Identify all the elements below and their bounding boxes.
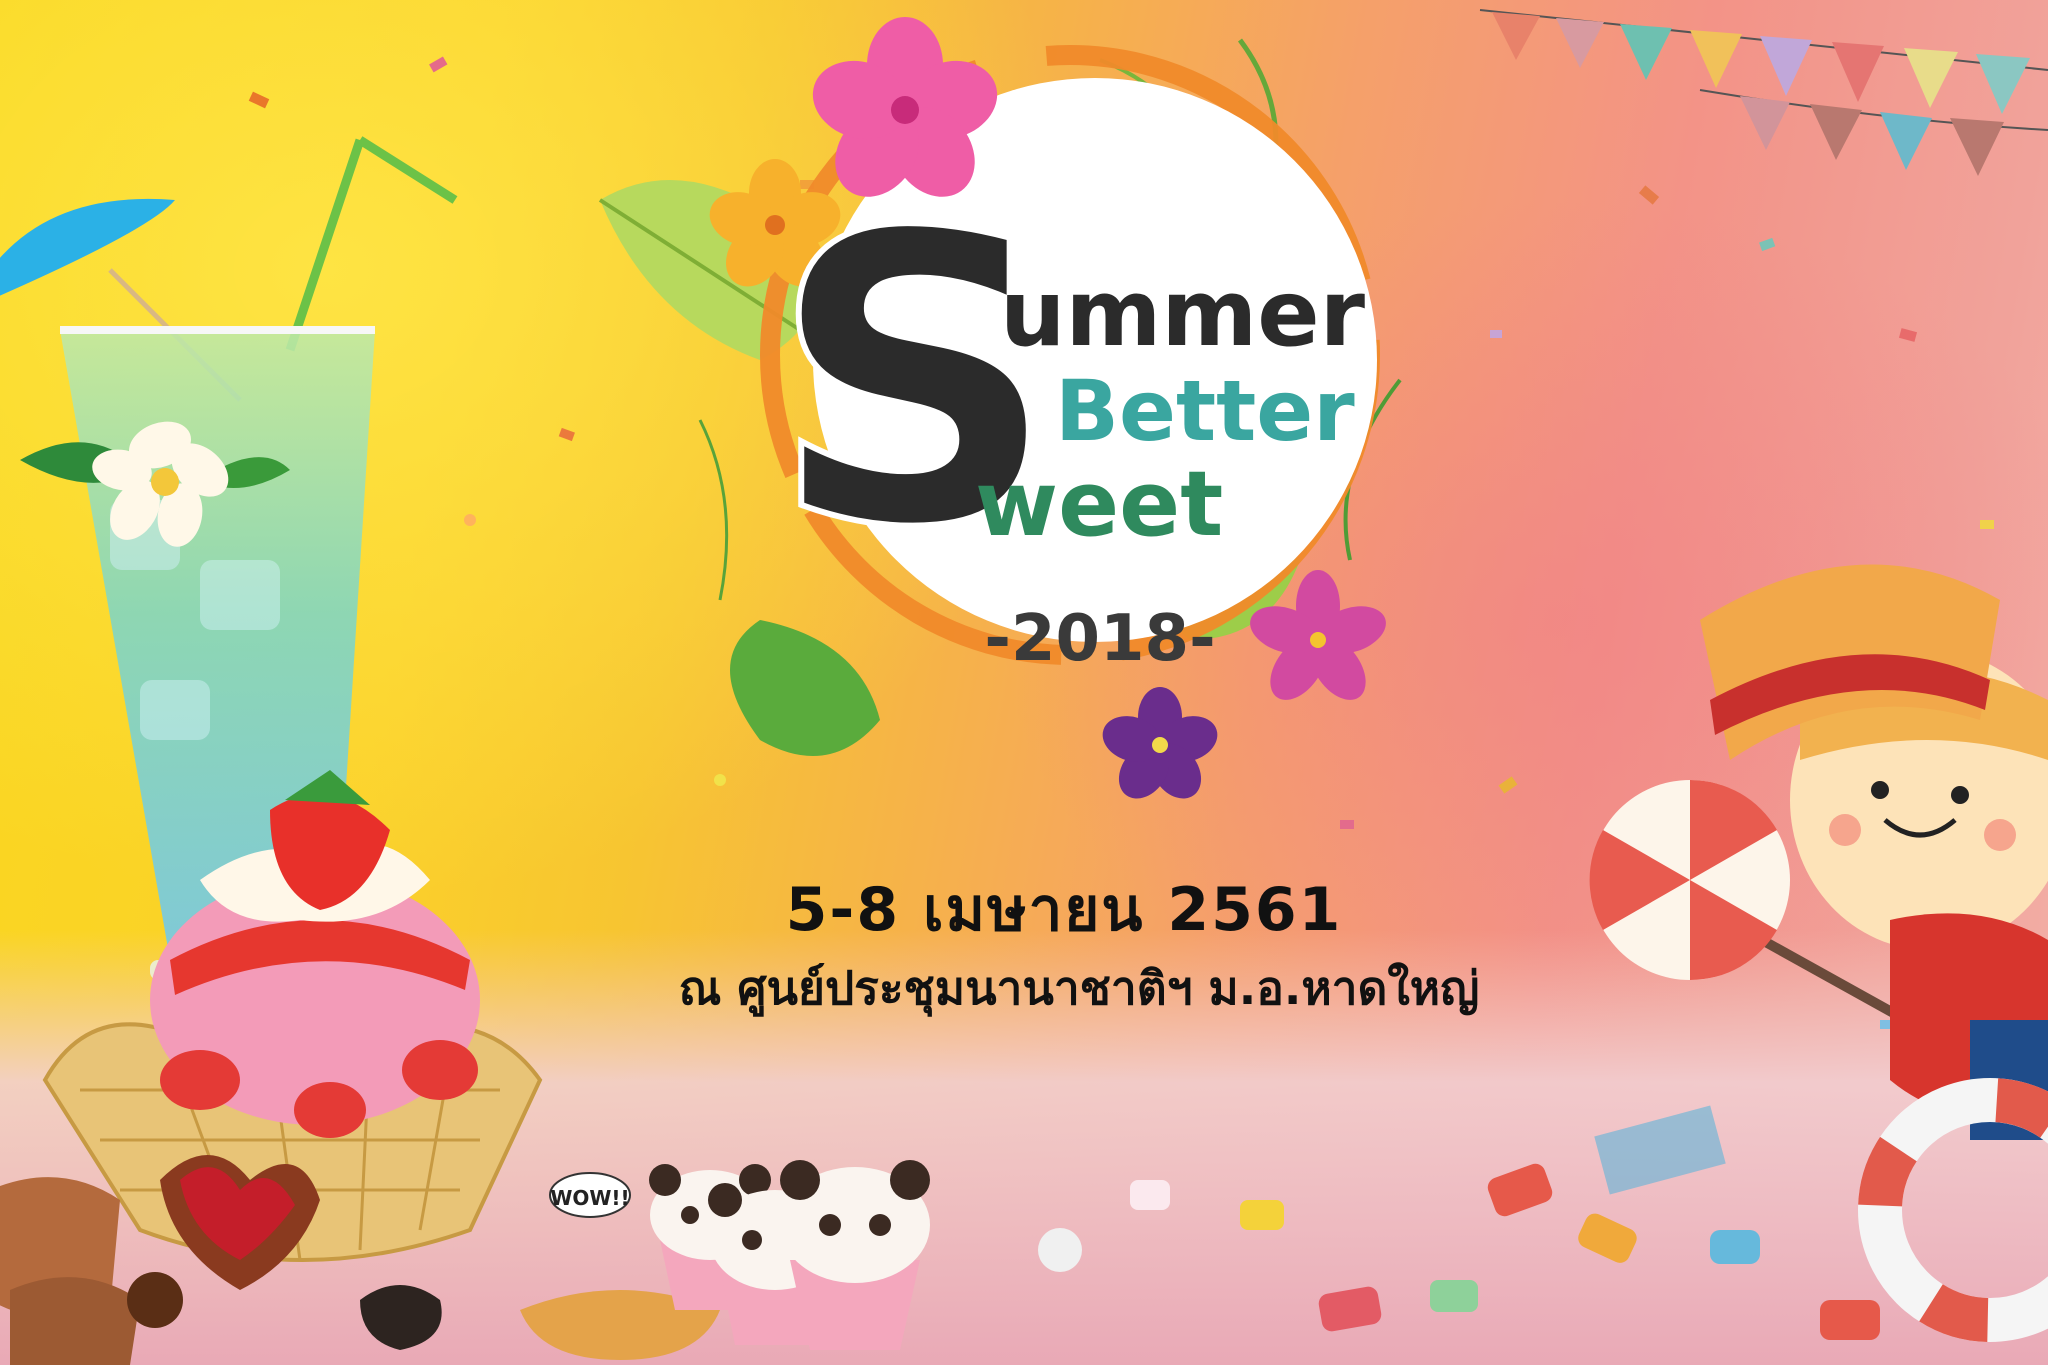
event-venue: ณ ศูนย์ประชุมนานาชาติฯ ม.อ.หาดใหญ่ bbox=[678, 961, 1480, 1015]
event-poster: S ummer Better weet -2018- WOW!! 5-8 เมษ… bbox=[0, 0, 2048, 1365]
wow-label: WOW!! bbox=[550, 1186, 629, 1210]
title-year: -2018- bbox=[984, 602, 1215, 676]
title-word-weet: weet bbox=[975, 452, 1223, 557]
event-date: 5-8 เมษายน 2561 bbox=[785, 875, 1343, 945]
title-word-ummer: ummer bbox=[1000, 260, 1366, 367]
poster-artwork: S ummer Better weet -2018- WOW!! bbox=[0, 0, 2048, 1365]
bunting-flags bbox=[1479, 9, 2048, 176]
title-word-better: Better bbox=[1055, 362, 1355, 460]
